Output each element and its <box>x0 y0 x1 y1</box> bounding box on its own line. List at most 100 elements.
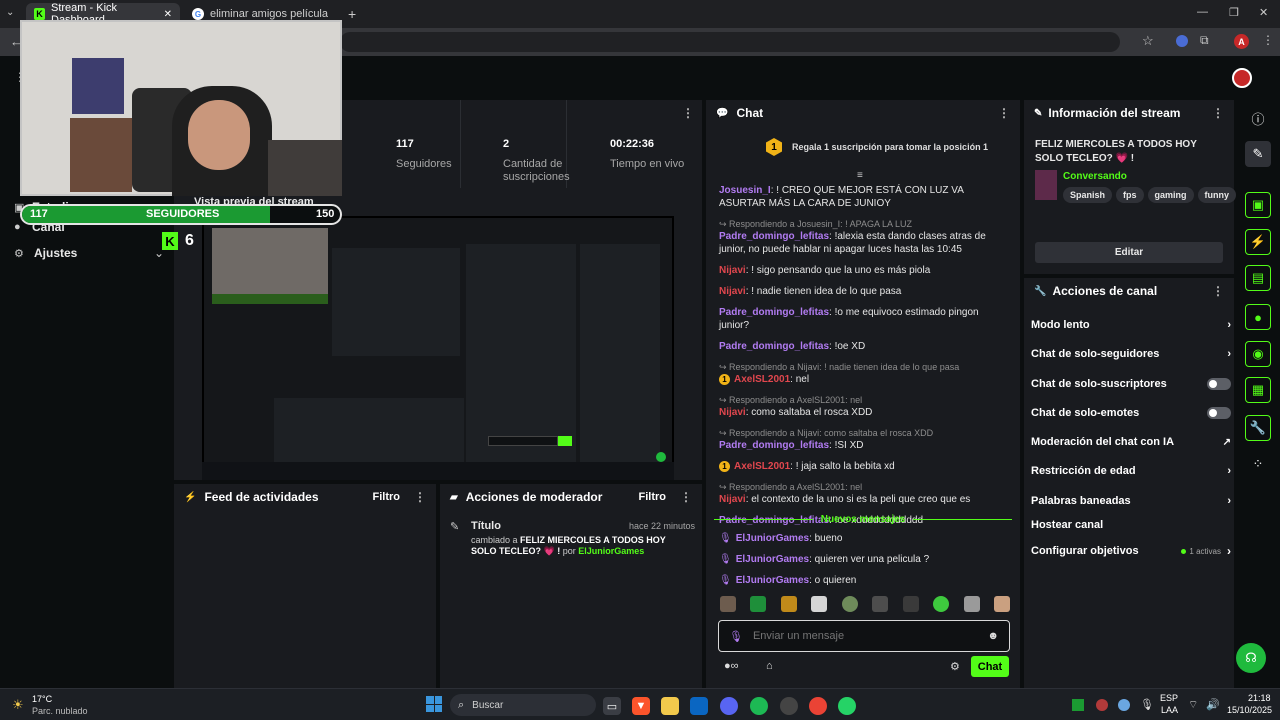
chat-username[interactable]: Josuesin_I <box>719 185 771 196</box>
emoji-icon[interactable]: ☻ <box>987 630 999 642</box>
more-menu-icon[interactable]: ⋮ <box>1262 33 1274 47</box>
windows-start-icon[interactable] <box>426 696 442 712</box>
wifi-icon[interactable]: ⌔ <box>1188 698 1198 712</box>
activity-filter-button[interactable]: Filtro <box>373 491 401 503</box>
emote-icon[interactable] <box>963 596 980 612</box>
maximize-button[interactable]: ❐ <box>1229 6 1239 19</box>
chat-input[interactable] <box>752 630 988 642</box>
emote-icon[interactable] <box>811 596 828 612</box>
emote-icon[interactable] <box>872 596 889 612</box>
slow-mode-row[interactable]: Modo lento › <box>1031 315 1231 335</box>
stats-menu-icon[interactable]: ⋮ <box>682 106 694 120</box>
tray-app-icon[interactable] <box>1096 699 1108 711</box>
emote-icon[interactable] <box>720 596 736 612</box>
info-icon[interactable]: ⓘ <box>1245 105 1271 131</box>
notes-icon[interactable]: ▤ <box>1245 265 1271 291</box>
broadcast-icon[interactable]: ◉ <box>1245 341 1271 367</box>
emote-icon[interactable] <box>993 596 1010 612</box>
language-indicator[interactable]: ESP <box>1160 693 1178 703</box>
tray-app-icon[interactable] <box>1072 699 1084 711</box>
obs-icon[interactable] <box>780 697 798 715</box>
chrome-icon[interactable] <box>809 697 827 715</box>
layout-icon[interactable]: ▦ <box>1245 377 1271 403</box>
chat-username[interactable]: ElJuniorGames <box>736 575 809 586</box>
collapse-pin-icon[interactable]: ≡ <box>857 170 863 181</box>
taskbar-search[interactable]: ⌕ Buscar <box>450 694 596 716</box>
channel-actions-menu-icon[interactable]: ⋮ <box>1212 284 1224 298</box>
chat-username[interactable]: ElJuniorGames <box>736 554 809 565</box>
tab-search-chevron-icon[interactable]: ⌄ <box>6 7 14 18</box>
reply-context[interactable]: ↪ Respondiendo a Josuesin_I: ! APAGA LA … <box>719 218 1009 230</box>
chat-username[interactable]: Nijavi <box>719 286 746 297</box>
stream-info-menu-icon[interactable]: ⋮ <box>1212 106 1224 120</box>
chat-username[interactable]: Padre_domingo_lefitas <box>719 440 829 451</box>
emote-icon[interactable] <box>780 596 797 612</box>
store-app-icon[interactable] <box>690 697 708 715</box>
folder-icon[interactable] <box>661 697 679 715</box>
chat-username[interactable]: AxelSL2001 <box>734 374 790 385</box>
reply-context[interactable]: ↪ Respondiendo a Nijavi: ! nadie tienen … <box>719 361 1009 373</box>
age-restriction-row[interactable]: Restricción de edad › <box>1031 461 1231 481</box>
mod-filter-button[interactable]: Filtro <box>639 491 667 503</box>
emote-icon[interactable] <box>841 596 858 612</box>
stream-preview-video[interactable] <box>202 216 674 480</box>
reply-context[interactable]: ↪ Respondiendo a AxelSL2001: nel <box>719 394 1009 406</box>
pinned-gift-banner[interactable]: 1 Regala 1 suscripción para tomar la pos… <box>766 138 988 156</box>
chat-input-box[interactable]: 🎙 ☻ <box>718 620 1010 652</box>
store-icon[interactable]: ⌂ <box>766 660 773 672</box>
clock-date[interactable]: 15/10/2025 <box>1227 705 1272 715</box>
more-rail-icon[interactable]: ⁘ <box>1245 451 1271 477</box>
emotes-only-row[interactable]: Chat de solo-emotes <box>1031 403 1231 423</box>
chat-settings-gear-icon[interactable]: ⚙ <box>950 660 960 673</box>
discord-icon[interactable] <box>720 697 738 715</box>
volume-icon[interactable]: 🔊 <box>1206 698 1220 711</box>
emote-icon[interactable] <box>902 596 919 612</box>
edit-pen-icon[interactable]: ✎ <box>1245 141 1271 167</box>
chat-username[interactable]: Nijavi <box>719 494 746 505</box>
banned-words-row[interactable]: Palabras baneadas › <box>1031 491 1231 511</box>
mic-tray-icon[interactable]: 🎙 <box>1140 698 1154 711</box>
stream-category[interactable]: Conversando <box>1063 171 1127 182</box>
reply-context[interactable]: ↪ Respondiendo a AxelSL2001: nel <box>719 481 1009 493</box>
close-window-button[interactable]: ✕ <box>1259 6 1268 19</box>
chat-username[interactable]: Padre_domingo_lefitas <box>719 231 829 242</box>
edit-stream-button[interactable]: Editar <box>1035 242 1223 263</box>
chat-username[interactable]: Nijavi <box>719 265 746 276</box>
subscribers-only-toggle[interactable] <box>1207 378 1231 390</box>
mod-entry-user[interactable]: ElJuniorGames <box>578 546 644 556</box>
activity-menu-icon[interactable]: ⋮ <box>414 490 426 504</box>
brave-icon[interactable]: ▼ <box>632 697 650 715</box>
clip-icon[interactable]: ▣ <box>1245 192 1271 218</box>
whatsapp-icon[interactable] <box>838 697 856 715</box>
followers-only-row[interactable]: Chat de solo-seguidores › <box>1031 344 1231 364</box>
url-field[interactable] <box>340 32 1120 52</box>
ai-moderation-row[interactable]: Moderación del chat con IA ↗ <box>1031 432 1231 452</box>
host-channel-row[interactable]: Hostear canal <box>1031 515 1231 535</box>
task-view-icon[interactable]: ▭ <box>603 697 621 715</box>
profile-avatar[interactable]: A <box>1234 34 1249 49</box>
user-avatar[interactable] <box>1232 68 1252 88</box>
tray-app-icon[interactable] <box>1118 699 1130 711</box>
chat-username[interactable]: Padre_domingo_lefitas <box>719 341 829 352</box>
chat-username[interactable]: Nijavi <box>719 407 746 418</box>
chat-username[interactable]: AxelSL2001 <box>734 461 790 472</box>
emote-icon[interactable] <box>933 596 950 612</box>
emote-icon[interactable] <box>750 596 767 612</box>
chat-rail-icon[interactable]: ● <box>1245 304 1271 330</box>
extension-icon[interactable] <box>1176 35 1188 47</box>
send-chat-button[interactable]: Chat <box>971 656 1009 677</box>
points-icon[interactable]: ●∞ <box>724 660 739 672</box>
wrench-rail-icon[interactable]: 🔧 <box>1245 415 1271 441</box>
lightning-icon[interactable]: ⚡ <box>1245 229 1271 255</box>
sidebar-item-ajustes[interactable]: ⚙ Ajustes ⌄ <box>14 246 164 260</box>
chat-menu-icon[interactable]: ⋮ <box>998 106 1010 120</box>
support-button[interactable]: ☊ <box>1236 643 1266 673</box>
mod-menu-icon[interactable]: ⋮ <box>680 490 692 504</box>
clock-time[interactable]: 21:18 <box>1248 693 1271 703</box>
configure-goals-row[interactable]: Configurar objetivos 1 activas › <box>1031 541 1231 561</box>
chat-username[interactable]: Padre_domingo_lefitas <box>719 307 829 318</box>
minimize-button[interactable]: — <box>1197 6 1208 18</box>
bookmark-star-icon[interactable]: ☆ <box>1142 33 1154 49</box>
emotes-only-toggle[interactable] <box>1207 407 1231 419</box>
spotify-icon[interactable] <box>750 697 768 715</box>
